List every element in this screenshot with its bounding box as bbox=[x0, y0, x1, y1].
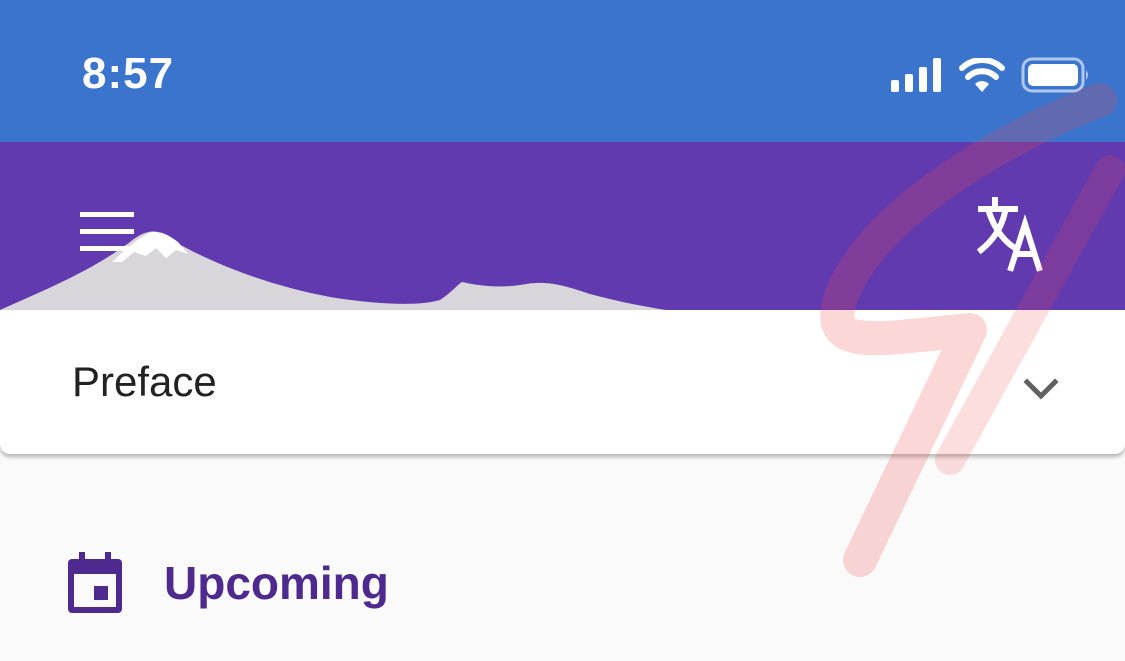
upcoming-heading: Upcoming bbox=[164, 557, 389, 609]
translate-button[interactable] bbox=[973, 190, 1063, 274]
calendar-icon bbox=[68, 552, 122, 613]
status-bar: 8:57 bbox=[0, 0, 1125, 142]
translate-icon bbox=[976, 197, 1043, 272]
cellular-signal-icon bbox=[891, 58, 941, 92]
menu-button[interactable] bbox=[70, 200, 146, 264]
mountain-landscape-icon bbox=[0, 231, 680, 312]
status-time: 8:57 bbox=[82, 49, 175, 98]
wifi-icon bbox=[959, 58, 1005, 92]
battery-icon bbox=[1021, 57, 1088, 93]
upcoming-section[interactable]: Upcoming bbox=[66, 548, 389, 618]
app-screen: 8:57 Preface Upcoming bbox=[0, 0, 1125, 661]
status-icons bbox=[891, 56, 1091, 94]
app-header bbox=[0, 142, 1125, 312]
hamburger-menu-icon bbox=[80, 212, 134, 251]
chapter-selector-label: Preface bbox=[72, 358, 217, 405]
chevron-down-icon bbox=[1023, 378, 1059, 400]
chapter-selector[interactable]: Preface bbox=[0, 310, 1125, 454]
